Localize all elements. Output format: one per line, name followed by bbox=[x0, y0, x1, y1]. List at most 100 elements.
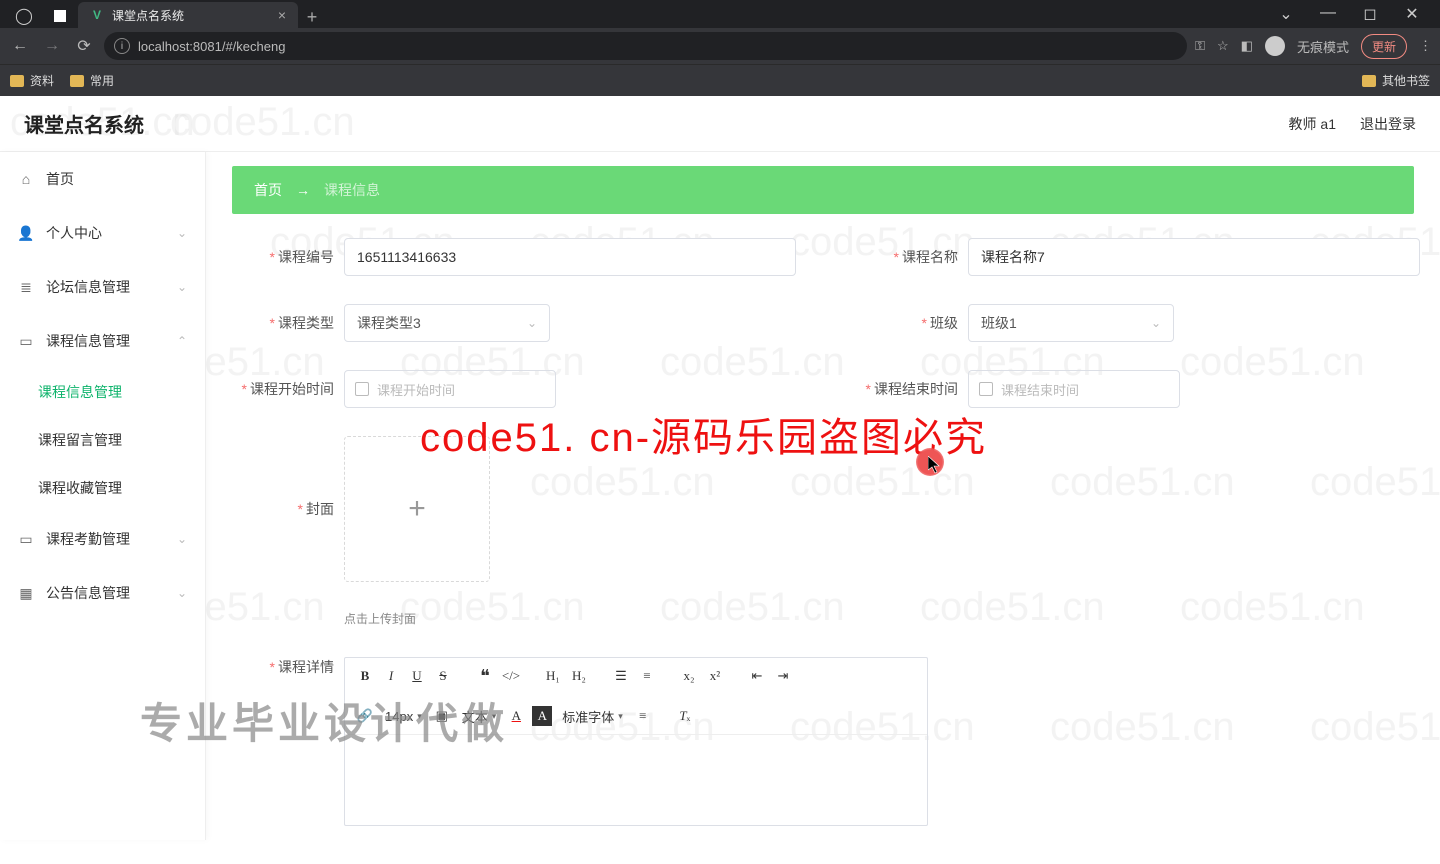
tab-active[interactable]: V 课堂点名系统 × bbox=[78, 2, 298, 28]
bookmark-folder-2[interactable]: 常用 bbox=[70, 72, 114, 89]
chevron-up-icon: ⌃ bbox=[177, 334, 187, 348]
sidebar-item-personal[interactable]: 👤 个人中心 ⌄ bbox=[0, 206, 205, 260]
course-type-label: *课程类型 bbox=[232, 313, 344, 333]
chevron-down-icon: ⌄ bbox=[177, 280, 187, 294]
bookmark-star-icon[interactable]: ☆ bbox=[1217, 38, 1229, 54]
calendar-icon bbox=[979, 382, 993, 396]
nav-forward-icon[interactable]: → bbox=[40, 37, 64, 55]
sidebar-item-label: 课程收藏管理 bbox=[38, 478, 122, 498]
course-no-input[interactable]: 1651113416633 bbox=[344, 238, 796, 276]
logout-link[interactable]: 退出登录 bbox=[1360, 114, 1416, 134]
text-style-select[interactable]: 文本▾ bbox=[458, 707, 501, 726]
grid-icon: ▦ bbox=[18, 585, 34, 601]
chevron-down-icon: ⌄ bbox=[177, 586, 187, 600]
align-icon[interactable]: ≡ bbox=[633, 706, 653, 726]
h2-icon[interactable]: H₂ bbox=[569, 666, 589, 686]
home-icon: ⌂ bbox=[18, 171, 34, 187]
clear-format-icon[interactable]: Tₓ bbox=[675, 706, 695, 726]
tab-inactive-1[interactable]: ◯ bbox=[6, 4, 42, 28]
strikethrough-icon[interactable]: S bbox=[433, 666, 453, 686]
sidebar-item-forum[interactable]: ≣ 论坛信息管理 ⌄ bbox=[0, 260, 205, 314]
sidebar-subitem-course-fav[interactable]: 课程收藏管理 bbox=[0, 464, 205, 512]
password-key-icon[interactable]: ⚿ bbox=[1195, 38, 1205, 54]
sidebar-item-label: 论坛信息管理 bbox=[46, 277, 130, 297]
image-icon[interactable]: ▣ bbox=[432, 706, 452, 726]
italic-icon[interactable]: I bbox=[381, 666, 401, 686]
new-tab-button[interactable]: + bbox=[298, 7, 326, 28]
underline-icon[interactable]: U bbox=[407, 666, 427, 686]
sidebar: ⌂ 首页 👤 个人中心 ⌄ ≣ 论坛信息管理 ⌄ ▭ 课程信息管理 ⌃ 课程信息… bbox=[0, 152, 206, 840]
link-icon[interactable]: 🔗 bbox=[355, 706, 375, 726]
class-select[interactable]: 班级1 ⌄ bbox=[968, 304, 1174, 342]
indent-left-icon[interactable]: ⇤ bbox=[747, 666, 767, 686]
tab-title: 课堂点名系统 bbox=[112, 7, 184, 24]
bookmark-folder-1[interactable]: 资料 bbox=[10, 72, 54, 89]
indent-right-icon[interactable]: ⇥ bbox=[773, 666, 793, 686]
browser-menu-icon[interactable]: ⋮ bbox=[1419, 38, 1432, 54]
sidebar-item-home[interactable]: ⌂ 首页 bbox=[0, 152, 205, 206]
url-text: localhost:8081/#/kecheng bbox=[138, 39, 285, 54]
sidebar-item-label: 个人中心 bbox=[46, 223, 102, 243]
unordered-list-icon[interactable]: ≡ bbox=[637, 666, 657, 686]
arrow-icon: → bbox=[296, 182, 310, 198]
end-time-label: *课程结束时间 bbox=[856, 379, 968, 399]
briefcase-icon: ▭ bbox=[18, 531, 34, 547]
cover-upload[interactable]: + bbox=[344, 436, 490, 582]
select-value: 班级1 bbox=[981, 313, 1017, 333]
chevron-down-icon: ⌄ bbox=[527, 316, 537, 330]
update-button[interactable]: 更新 bbox=[1361, 34, 1407, 59]
detail-label: *课程详情 bbox=[232, 657, 344, 677]
chevron-down-icon: ⌄ bbox=[1151, 316, 1161, 330]
course-type-select[interactable]: 课程类型3 ⌄ bbox=[344, 304, 550, 342]
sidebar-item-notice[interactable]: ▦ 公告信息管理 ⌄ bbox=[0, 566, 205, 620]
font-color-icon[interactable]: A bbox=[506, 706, 526, 726]
bg-color-icon[interactable]: A bbox=[532, 706, 552, 726]
cover-label: *封面 bbox=[232, 499, 344, 519]
editor-content[interactable] bbox=[345, 735, 927, 825]
course-name-input[interactable]: 课程名称7 bbox=[968, 238, 1420, 276]
app-header: 课堂点名系统 教师 a1 退出登录 bbox=[0, 96, 1440, 152]
window-close-icon[interactable]: ✕ bbox=[1398, 4, 1426, 24]
chevron-down-icon: ⌄ bbox=[177, 226, 187, 240]
sidebar-item-attendance[interactable]: ▭ 课程考勤管理 ⌄ bbox=[0, 512, 205, 566]
sidebar-item-label: 首页 bbox=[46, 169, 74, 189]
bold-icon[interactable]: B bbox=[355, 666, 375, 686]
book-icon: ▭ bbox=[18, 333, 34, 349]
list-icon: ≣ bbox=[18, 279, 34, 295]
font-family-select[interactable]: 标准字体▾ bbox=[558, 707, 627, 726]
sidebar-item-course[interactable]: ▭ 课程信息管理 ⌃ bbox=[0, 314, 205, 368]
window-minimize-icon[interactable]: — bbox=[1314, 4, 1342, 24]
quote-icon[interactable]: ❝ bbox=[475, 666, 495, 686]
placeholder-text: 课程结束时间 bbox=[1001, 380, 1079, 399]
address-bar[interactable]: i localhost:8081/#/kecheng bbox=[104, 32, 1187, 60]
app-title: 课堂点名系统 bbox=[24, 109, 144, 138]
h1-icon[interactable]: H₁ bbox=[543, 666, 563, 686]
course-name-label: *课程名称 bbox=[856, 247, 968, 267]
font-size-select[interactable]: 14px▾ bbox=[381, 709, 426, 724]
superscript-icon[interactable]: x² bbox=[705, 666, 725, 686]
code-icon[interactable]: </> bbox=[501, 666, 521, 686]
ordered-list-icon[interactable]: ☰ bbox=[611, 666, 631, 686]
nav-reload-icon[interactable]: ⟳ bbox=[72, 36, 96, 56]
nav-back-icon[interactable]: ← bbox=[8, 37, 32, 55]
start-time-input[interactable]: 课程开始时间 bbox=[344, 370, 556, 408]
tab-close-icon[interactable]: × bbox=[278, 7, 286, 23]
bookmark-bar: 资料 常用 其他书签 bbox=[0, 64, 1440, 96]
sidebar-item-label: 课程信息管理 bbox=[46, 331, 130, 351]
extensions-icon[interactable]: ◧ bbox=[1241, 38, 1253, 54]
site-info-icon[interactable]: i bbox=[114, 38, 130, 54]
end-time-input[interactable]: 课程结束时间 bbox=[968, 370, 1180, 408]
sidebar-subitem-course-msg[interactable]: 课程留言管理 bbox=[0, 416, 205, 464]
sidebar-subitem-course-info[interactable]: 课程信息管理 bbox=[0, 368, 205, 416]
sidebar-item-label: 课程考勤管理 bbox=[46, 529, 130, 549]
window-dropdown-icon[interactable]: ⌄ bbox=[1272, 4, 1300, 24]
sidebar-item-label: 公告信息管理 bbox=[46, 583, 130, 603]
breadcrumb-home[interactable]: 首页 bbox=[254, 180, 282, 200]
other-bookmarks[interactable]: 其他书签 bbox=[1362, 72, 1430, 89]
tab-inactive-2[interactable] bbox=[42, 4, 78, 28]
breadcrumb-current: 课程信息 bbox=[324, 180, 380, 200]
subscript-icon[interactable]: x₂ bbox=[679, 666, 699, 686]
upload-tip: 点击上传封面 bbox=[344, 610, 1414, 627]
teacher-label[interactable]: 教师 a1 bbox=[1289, 114, 1336, 134]
window-maximize-icon[interactable]: ◻ bbox=[1356, 4, 1384, 24]
